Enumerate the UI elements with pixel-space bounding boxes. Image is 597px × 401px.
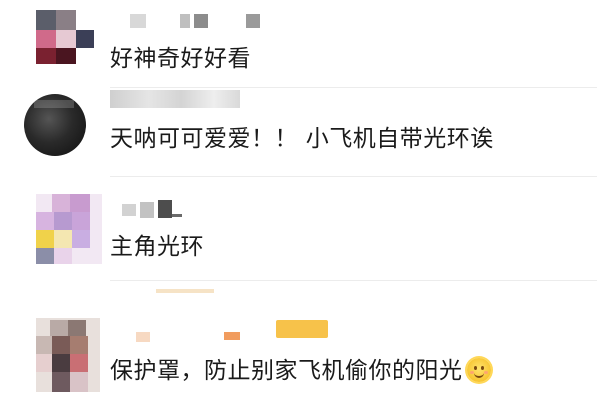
comment-text-content: 保护罩，防止别家飞机偷你的阳光 (110, 358, 463, 384)
username-blurred[interactable] (130, 14, 270, 30)
smile-emoji-icon (466, 358, 491, 382)
comment-item: 天呐可可爱爱！！ 小飞机自带光环诶 (0, 88, 597, 176)
comment-text: 天呐可可爱爱！！ 小飞机自带光环诶 (110, 126, 494, 152)
username-blurred[interactable] (110, 90, 250, 108)
username-blurred[interactable] (122, 200, 202, 220)
avatar[interactable] (36, 194, 102, 264)
avatar[interactable] (36, 318, 100, 392)
comment-item: 好神奇好好看 (0, 0, 597, 90)
comment-text: 主角光环 (110, 234, 204, 260)
comment-text: 保护罩，防止别家飞机偷你的阳光 (110, 358, 491, 383)
comment-item: 保护罩，防止别家飞机偷你的阳光 (0, 300, 597, 401)
comment-item: 主角光环 (0, 180, 597, 280)
avatar[interactable] (24, 94, 86, 156)
username-blurred-strip (156, 289, 214, 293)
comment-text: 好神奇好好看 (110, 46, 251, 72)
divider (110, 280, 597, 281)
username-blurred[interactable] (136, 320, 336, 344)
avatar[interactable] (36, 10, 94, 64)
divider (110, 176, 597, 177)
